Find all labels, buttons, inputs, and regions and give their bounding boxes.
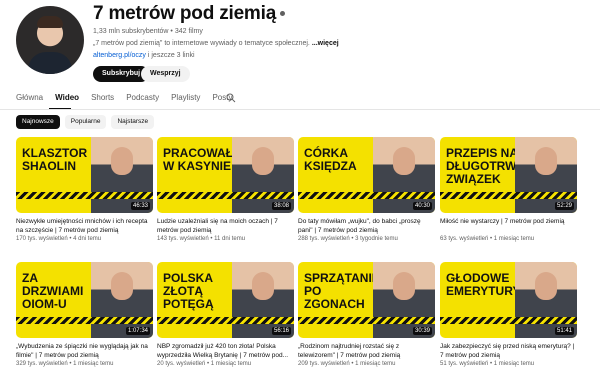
thumbnail-text: PRACOWAŁEM W KASYNIE xyxy=(163,146,251,173)
chip-newest[interactable]: Najnowsze xyxy=(16,115,60,129)
channel-meta: 1,33 mln subskrybentów • 342 filmy xyxy=(93,28,203,35)
video-title[interactable]: NBP zgromadził już 420 ton złota! Polska… xyxy=(157,342,294,360)
thumbnail-face xyxy=(535,147,557,175)
video-duration: 1:07:34 xyxy=(125,327,150,335)
video-thumbnail[interactable]: ZA DRZWIAMI OIOM-U 1:07:34 xyxy=(16,262,153,338)
video-duration: 46:33 xyxy=(130,202,150,210)
channel-description: „7 metrów pod ziemią" to internetowe wyw… xyxy=(93,40,339,47)
channel-title: 7 metrów pod ziemią xyxy=(93,3,286,25)
verified-icon xyxy=(280,11,286,17)
thumbnail-text: ZA DRZWIAMI OIOM-U xyxy=(22,271,84,311)
video-card[interactable]: PRZEPIS NA DŁUGOTRWAŁY ZWIĄZEK 52:29 Mił… xyxy=(440,137,577,243)
video-duration: 40:30 xyxy=(412,202,432,210)
video-title[interactable]: „Rodzinom najtrudniej rozstać się z tele… xyxy=(298,342,435,360)
thumbnail-text: GŁODOWE EMERYTURY xyxy=(446,271,521,298)
channel-links: altenberg.pl/oczy i jeszcze 3 linki xyxy=(93,52,195,59)
video-duration: 51:41 xyxy=(554,327,574,335)
thumbnail-face xyxy=(535,272,557,300)
video-thumbnail[interactable]: POLSKA ZŁOTĄ POTĘGĄ 56:16 xyxy=(157,262,294,338)
video-duration: 52:29 xyxy=(554,202,574,210)
video-stats: 51 tys. wyświetleń • 1 miesiąc temu xyxy=(440,361,535,367)
more-link[interactable]: ...więcej xyxy=(312,40,339,47)
sort-chips: Najnowsze Popularne Najstarsze xyxy=(16,115,159,129)
thumbnail-face xyxy=(393,272,415,300)
video-title[interactable]: Miłość nie wystarczy | 7 metrów pod ziem… xyxy=(440,217,577,235)
thumbnail-stripe xyxy=(298,192,435,199)
video-duration: 30:39 xyxy=(412,327,432,335)
thumbnail-text: POLSKA ZŁOTĄ POTĘGĄ xyxy=(163,271,214,311)
thumbnail-face xyxy=(111,147,133,175)
tab-podcasts[interactable]: Podcasty xyxy=(126,93,159,102)
thumbnail-stripe xyxy=(298,317,435,324)
channel-title-text: 7 metrów pod ziemią xyxy=(93,3,277,24)
join-button[interactable]: Wesprzyj xyxy=(141,66,190,82)
video-stats: 63 tys. wyświetleń • 1 miesiąc temu xyxy=(440,236,535,242)
video-stats: 329 tys. wyświetleń • 1 miesiąc temu xyxy=(16,361,114,367)
channel-avatar[interactable] xyxy=(16,6,84,74)
video-stats: 170 tys. wyświetleń • 4 dni temu xyxy=(16,236,102,242)
channel-description-text: „7 metrów pod ziemią" to internetowe wyw… xyxy=(93,40,310,47)
thumbnail-text: SPRZĄTANIE PO ZGONACH xyxy=(304,271,380,311)
thumbnail-face xyxy=(252,147,274,175)
video-card[interactable]: GŁODOWE EMERYTURY 51:41 Jak zabezpieczyć… xyxy=(440,262,577,368)
thumbnail-face xyxy=(111,272,133,300)
video-thumbnail[interactable]: SPRZĄTANIE PO ZGONACH 30:39 xyxy=(298,262,435,338)
video-thumbnail[interactable]: PRZEPIS NA DŁUGOTRWAŁY ZWIĄZEK 52:29 xyxy=(440,137,577,213)
tab-playlists[interactable]: Playlisty xyxy=(171,93,200,102)
video-title[interactable]: „Wybudzenia ze śpiączki nie wyglądają ja… xyxy=(16,342,153,360)
video-title[interactable]: Do taty mówiłam „wujku", do babci „prosz… xyxy=(298,217,435,235)
search-icon[interactable] xyxy=(226,93,236,103)
tabs-divider xyxy=(0,109,600,110)
avatar-shirt xyxy=(28,52,72,74)
video-card[interactable]: POLSKA ZŁOTĄ POTĘGĄ 56:16 NBP zgromadził… xyxy=(157,262,294,368)
tab-home[interactable]: Główna xyxy=(16,93,43,102)
video-thumbnail[interactable]: KLASZTOR SHAOLIN 46:33 xyxy=(16,137,153,213)
video-thumbnail[interactable]: GŁODOWE EMERYTURY 51:41 xyxy=(440,262,577,338)
video-title[interactable]: Niezwykłe umiejętności mnichów i ich rec… xyxy=(16,217,153,235)
video-title[interactable]: Jak zabezpieczyć się przed niską emerytu… xyxy=(440,342,577,360)
tab-shorts[interactable]: Shorts xyxy=(91,93,114,102)
video-stats: 288 tys. wyświetleń • 3 tygodnie temu xyxy=(298,236,398,242)
video-title[interactable]: Ludzie uzależniali się na moich oczach |… xyxy=(157,217,294,235)
thumbnail-stripe xyxy=(157,192,294,199)
chip-popular[interactable]: Popularne xyxy=(64,115,107,129)
thumbnail-stripe xyxy=(157,317,294,324)
video-thumbnail[interactable]: PRACOWAŁEM W KASYNIE 38:08 xyxy=(157,137,294,213)
links-more[interactable]: i jeszcze 3 linki xyxy=(146,52,195,59)
thumbnail-face xyxy=(393,147,415,175)
video-card[interactable]: PRACOWAŁEM W KASYNIE 38:08 Ludzie uzależ… xyxy=(157,137,294,243)
channel-link[interactable]: altenberg.pl/oczy xyxy=(93,52,146,59)
tab-videos[interactable]: Wideo xyxy=(55,93,79,102)
channel-tabs: Główna Wideo Shorts Podcasty Playlisty P… xyxy=(16,93,244,102)
video-stats: 20 tys. wyświetleń • 1 miesiąc temu xyxy=(157,361,252,367)
avatar-hair xyxy=(37,16,63,28)
video-card[interactable]: ZA DRZWIAMI OIOM-U 1:07:34 „Wybudzenia z… xyxy=(16,262,153,368)
thumbnail-stripe xyxy=(16,192,153,199)
video-card[interactable]: KLASZTOR SHAOLIN 46:33 Niezwykłe umiejęt… xyxy=(16,137,153,243)
thumbnail-stripe xyxy=(440,192,577,199)
video-card[interactable]: CÓRKA KSIĘDZA 40:30 Do taty mówiłam „wuj… xyxy=(298,137,435,243)
thumbnail-face xyxy=(252,272,274,300)
video-thumbnail[interactable]: CÓRKA KSIĘDZA 40:30 xyxy=(298,137,435,213)
video-duration: 38:08 xyxy=(271,202,291,210)
video-stats: 209 tys. wyświetleń • 1 miesiąc temu xyxy=(298,361,396,367)
thumbnail-stripe xyxy=(16,317,153,324)
thumbnail-stripe xyxy=(440,317,577,324)
video-duration: 56:16 xyxy=(271,327,291,335)
thumbnail-text: PRZEPIS NA DŁUGOTRWAŁY ZWIĄZEK xyxy=(446,146,540,186)
video-card[interactable]: SPRZĄTANIE PO ZGONACH 30:39 „Rodzinom na… xyxy=(298,262,435,368)
thumbnail-text: CÓRKA KSIĘDZA xyxy=(304,146,357,173)
thumbnail-text: KLASZTOR SHAOLIN xyxy=(22,146,88,173)
video-stats: 143 tys. wyświetleń • 11 dni temu xyxy=(157,236,246,242)
chip-oldest[interactable]: Najstarsze xyxy=(111,115,155,129)
